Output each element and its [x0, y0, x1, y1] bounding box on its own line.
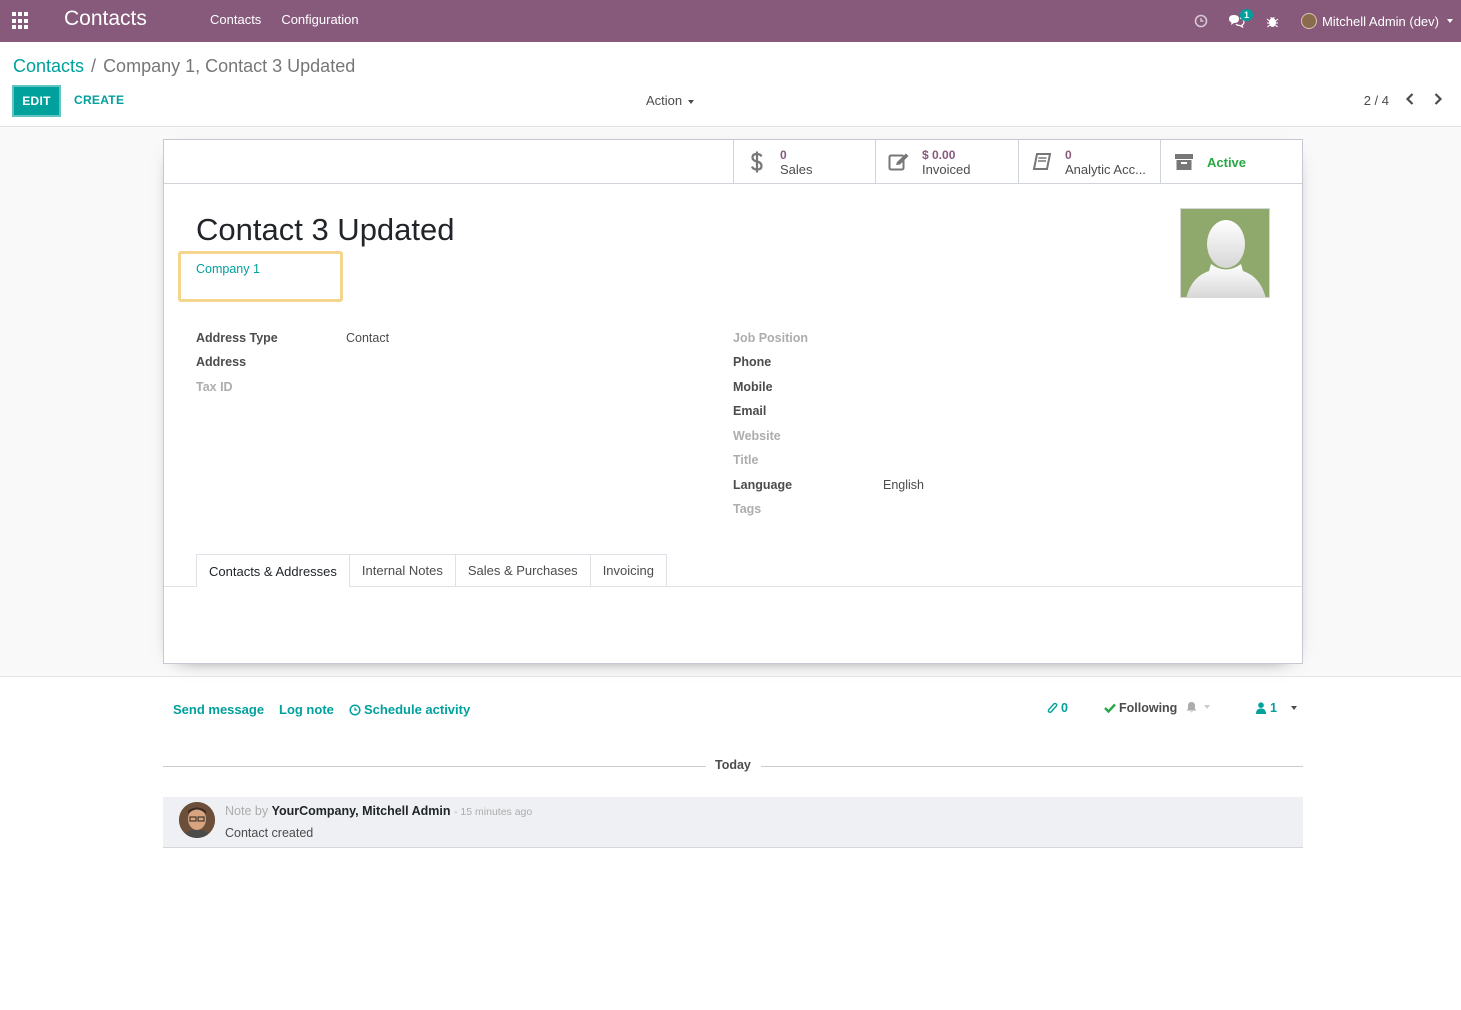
schedule-activity-button[interactable]: Schedule activity: [349, 702, 470, 717]
schedule-activity-label: Schedule activity: [364, 702, 471, 717]
date-separator-line-left: [163, 766, 706, 767]
send-message-button[interactable]: Send message: [173, 702, 264, 717]
user-menu[interactable]: Mitchell Admin (dev): [1291, 13, 1461, 29]
activity-clock-icon[interactable]: [1183, 0, 1219, 42]
action-dropdown[interactable]: Action: [646, 93, 695, 108]
action-label: Action: [646, 93, 683, 108]
breadcrumb: Contacts / Company 1, Contact 3 Updated: [13, 56, 355, 77]
pager-value[interactable]: 2 / 4: [1364, 93, 1389, 108]
message-author[interactable]: YourCompany, Mitchell Admin: [272, 804, 451, 818]
check-icon: [1104, 703, 1116, 713]
pager-previous-icon[interactable]: [1399, 88, 1421, 110]
invoiced-label: Invoiced: [922, 161, 971, 177]
notifications-subtype-dropdown[interactable]: [1186, 701, 1210, 713]
sales-count: 0: [780, 147, 787, 162]
menu-item-configuration[interactable]: Configuration: [271, 12, 368, 27]
create-button[interactable]: CREATE: [74, 93, 124, 107]
breadcrumb-separator: /: [91, 56, 97, 76]
app-brand[interactable]: Contacts: [64, 7, 147, 31]
systray: 1 Mitchell Admin (dev): [1183, 0, 1461, 42]
caret-down-icon: [1204, 705, 1210, 709]
attachments-count: 0: [1061, 701, 1068, 715]
job-position-label: Job Position: [733, 331, 808, 345]
control-panel: Contacts / Company 1, Contact 3 Updated …: [0, 42, 1461, 127]
breadcrumb-contacts[interactable]: Contacts: [13, 56, 84, 77]
caret-down-icon: [1447, 19, 1453, 23]
company-link[interactable]: Company 1: [196, 262, 260, 276]
address-type-value: Contact: [346, 331, 390, 345]
tab-internal-notes[interactable]: Internal Notes: [348, 554, 456, 586]
messages-count-badge: 1: [1239, 9, 1253, 21]
author-photo: [179, 802, 215, 838]
invoiced-amount: $ 0.00: [922, 147, 956, 162]
company-highlight-frame: [178, 251, 343, 302]
analytic-label: Analytic Acc...: [1065, 161, 1146, 177]
pager-next-icon[interactable]: [1427, 88, 1449, 110]
user-name: Mitchell Admin (dev): [1321, 13, 1439, 29]
invoiced-smart-button[interactable]: $ 0.00 Invoiced: [875, 140, 1018, 184]
edit-pencil-icon: [876, 152, 922, 172]
date-separator-today: Today: [715, 758, 751, 772]
sales-label: Sales: [780, 161, 813, 177]
address-type-label: Address Type: [196, 331, 278, 345]
following-label: Following: [1119, 701, 1178, 715]
tab-sales-purchases[interactable]: Sales & Purchases: [454, 554, 591, 586]
smart-button-box: 0 Sales $ 0.00 Invoiced 0 Analytic Acc..…: [164, 140, 1302, 184]
dollar-icon: [734, 150, 780, 174]
edit-button[interactable]: EDIT: [12, 85, 61, 117]
following-button[interactable]: Following: [1104, 701, 1177, 715]
attachments-button[interactable]: 0: [1047, 701, 1068, 715]
book-icon: [1019, 152, 1065, 172]
active-toggle-button[interactable]: Active: [1160, 140, 1302, 184]
mobile-label: Mobile: [733, 380, 773, 394]
message-body: Contact created: [225, 826, 314, 840]
caret-down-icon: [688, 99, 695, 104]
user-icon: [1256, 702, 1266, 714]
main-menu: Contacts Configuration: [200, 12, 369, 27]
language-value: English: [883, 478, 924, 492]
language-label: Language: [733, 478, 793, 492]
active-label: Active: [1207, 154, 1247, 170]
person-silhouette-icon: [1186, 220, 1266, 297]
tags-label: Tags: [733, 502, 762, 516]
contact-avatar-placeholder[interactable]: [1180, 208, 1270, 298]
breadcrumb-current: Company 1, Contact 3 Updated: [103, 56, 356, 76]
messaging-comments-icon[interactable]: 1: [1219, 0, 1255, 42]
bell-icon: [1186, 702, 1197, 713]
title-label: Title: [733, 453, 759, 467]
author-avatar[interactable]: [179, 802, 215, 838]
chatter-message: Note by YourCompany, Mitchell Admin - 15…: [163, 797, 1303, 848]
form-sheet: 0 Sales $ 0.00 Invoiced 0 Analytic Acc..…: [163, 139, 1303, 664]
message-timestamp: - 15 minutes ago: [454, 806, 533, 818]
tax-id-label: Tax ID: [196, 380, 233, 394]
top-navbar: Contacts Contacts Configuration 1 Mitche…: [0, 0, 1461, 42]
address-label: Address: [196, 355, 247, 369]
log-note-button[interactable]: Log note: [279, 702, 334, 717]
apps-menu-icon[interactable]: [12, 12, 30, 30]
caret-down-icon: [1290, 706, 1297, 710]
user-avatar: [1300, 13, 1317, 29]
tab-invoicing[interactable]: Invoicing: [589, 554, 667, 586]
phone-label: Phone: [733, 355, 772, 369]
paperclip-icon: [1047, 702, 1058, 713]
debug-bug-icon[interactable]: [1255, 0, 1291, 42]
message-type-label: Note by: [225, 804, 269, 818]
contact-name-title: Contact 3 Updated: [196, 212, 455, 247]
sales-smart-button[interactable]: 0 Sales: [733, 140, 876, 184]
clock-icon: [349, 703, 361, 716]
tab-contacts-addresses[interactable]: Contacts & Addresses: [196, 554, 350, 587]
message-header: Note by YourCompany, Mitchell Admin - 15…: [225, 804, 532, 818]
menu-item-contacts[interactable]: Contacts: [200, 12, 271, 27]
followers-dropdown[interactable]: 1: [1256, 701, 1297, 715]
date-separator-line-right: [761, 766, 1303, 767]
analytic-accounts-smart-button[interactable]: 0 Analytic Acc...: [1018, 140, 1161, 184]
notebook-tabs: Contacts & Addresses Internal Notes Sale…: [196, 554, 667, 587]
followers-count: 1: [1270, 701, 1277, 715]
email-label: Email: [733, 404, 767, 418]
website-label: Website: [733, 429, 781, 443]
analytic-count: 0: [1065, 147, 1072, 162]
archive-icon: [1161, 153, 1207, 171]
